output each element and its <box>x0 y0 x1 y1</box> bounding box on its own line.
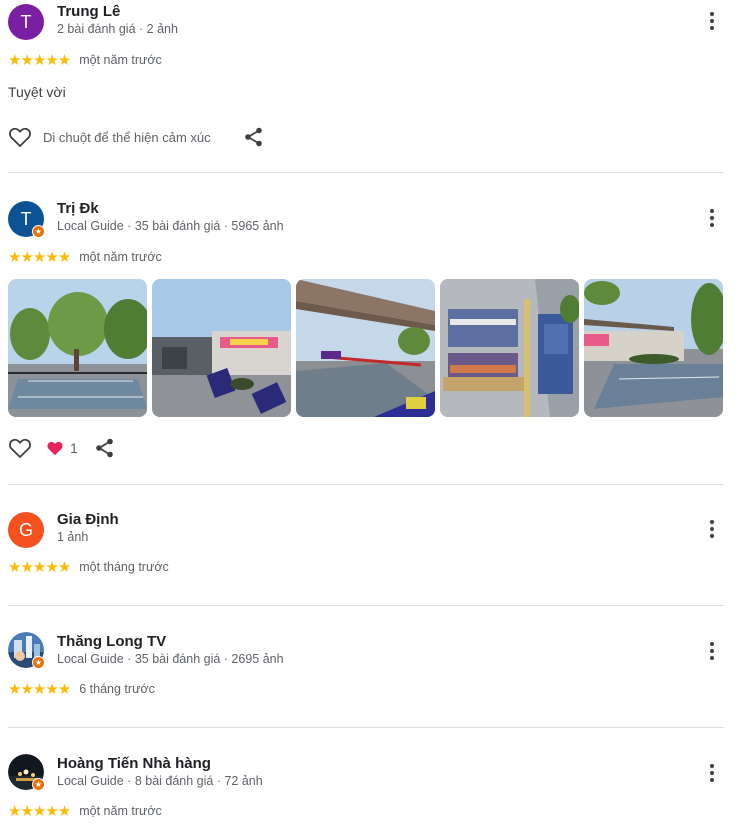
share-icon[interactable] <box>243 126 265 148</box>
star-rating: ★★★★★ <box>8 803 71 820</box>
share-icon[interactable] <box>94 437 116 459</box>
star-rating: ★★★★★ <box>8 681 71 698</box>
rating-row: ★★★★★ một năm trước <box>8 51 162 69</box>
reviewer-meta: Local Guide · 35 bài đánh giá · 2695 ảnh <box>57 652 284 666</box>
more-options-button[interactable] <box>700 761 724 785</box>
avatar[interactable]: T <box>8 4 44 40</box>
star-rating: ★★★★★ <box>8 559 71 576</box>
review-photo[interactable] <box>152 279 291 417</box>
reviewer-meta: 2 bài đánh giá · 2 ảnh <box>57 22 178 36</box>
reviewer-name[interactable]: Trị Đk <box>57 200 99 217</box>
divider <box>8 484 724 485</box>
avatar[interactable]: G <box>8 512 44 548</box>
local-guide-badge-icon: ★ <box>32 778 45 791</box>
review-time: một năm trước <box>79 250 162 264</box>
review-photo[interactable] <box>440 279 579 417</box>
review-photo[interactable] <box>584 279 723 417</box>
more-options-button[interactable] <box>700 9 724 33</box>
divider <box>8 172 724 173</box>
local-guide-badge-icon: ★ <box>32 225 45 238</box>
review-time: một năm trước <box>79 53 162 67</box>
reviewer-meta: Local Guide · 8 bài đánh giá · 72 ảnh <box>57 774 263 788</box>
review-photos <box>8 279 723 417</box>
star-rating: ★★★★★ <box>8 249 71 266</box>
rating-row: ★★★★★ một năm trước <box>8 802 162 820</box>
review-actions: Di chuột để thể hiện cảm xúc <box>8 126 265 148</box>
avatar-letter: T <box>20 208 32 229</box>
review-photo[interactable] <box>296 279 435 417</box>
more-options-button[interactable] <box>700 517 724 541</box>
review-photo[interactable] <box>8 279 147 417</box>
reviewer-meta: 1 ảnh <box>57 530 89 544</box>
rating-row: ★★★★★ 6 tháng trước <box>8 680 155 698</box>
divider <box>8 727 724 728</box>
review-time: 6 tháng trước <box>79 682 155 696</box>
review-actions: 1 <box>8 437 116 459</box>
avatar[interactable]: T ★ <box>8 201 45 238</box>
review-time: một năm trước <box>79 804 162 818</box>
heart-outline-icon[interactable] <box>8 126 32 148</box>
avatar-letter: G <box>18 519 33 540</box>
rating-row: ★★★★★ một tháng trước <box>8 558 169 576</box>
more-options-button[interactable] <box>700 639 724 663</box>
reviewer-name[interactable]: Gia Định <box>57 511 119 528</box>
reaction-hint: Di chuột để thể hiện cảm xúc <box>43 129 211 145</box>
reviewer-name[interactable]: Thăng Long TV <box>57 633 166 650</box>
more-options-button[interactable] <box>700 206 724 230</box>
star-rating: ★★★★★ <box>8 52 71 69</box>
review-time: một tháng trước <box>79 560 169 574</box>
avatar[interactable]: ★ <box>8 754 45 791</box>
rating-row: ★★★★★ một năm trước <box>8 248 162 266</box>
heart-outline-icon[interactable] <box>8 437 32 459</box>
avatar[interactable]: ★ <box>8 632 45 669</box>
reviewer-name[interactable]: Hoàng Tiến Nhà hàng <box>57 755 211 772</box>
local-guide-badge-icon: ★ <box>32 656 45 669</box>
divider <box>8 605 724 606</box>
reviewer-name[interactable]: Trung Lê <box>57 3 120 20</box>
reaction-count: 1 <box>70 440 78 456</box>
review-text: Tuyệt vời <box>8 84 66 100</box>
avatar-letter: T <box>20 11 32 32</box>
reviewer-meta: Local Guide · 35 bài đánh giá · 5965 ảnh <box>57 219 284 233</box>
heart-reaction-icon[interactable] <box>46 440 64 456</box>
